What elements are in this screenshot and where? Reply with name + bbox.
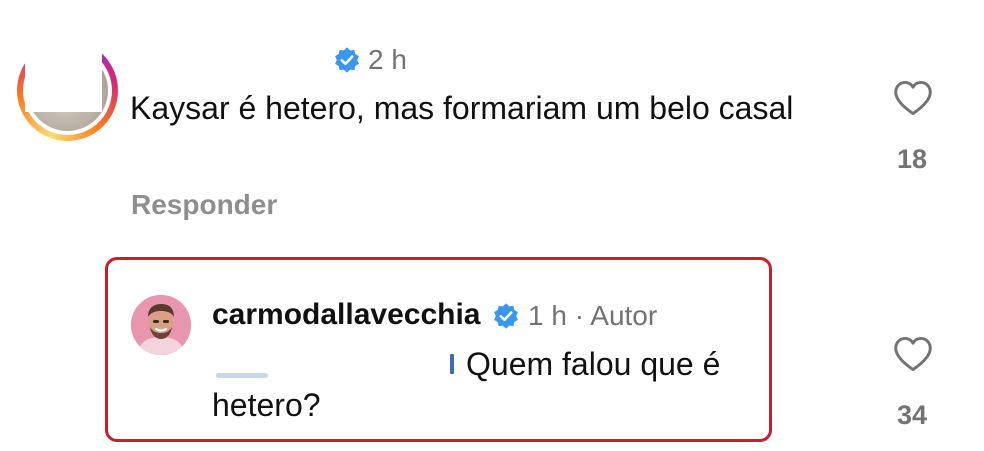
reply-like-count: 34 <box>896 400 928 430</box>
reply-text-line-1: Quem falou que é <box>466 346 721 382</box>
comment-text: Kaysar é hetero, mas formariam um belo c… <box>130 90 794 126</box>
verified-badge-icon <box>494 303 518 329</box>
mention-fragment <box>450 354 454 374</box>
verified-badge-icon <box>335 47 359 73</box>
comment-like-count: 18 <box>896 144 928 174</box>
comment-timestamp: 2 h <box>368 44 407 75</box>
reply-author-avatar[interactable] <box>131 295 191 355</box>
mention-redaction <box>216 373 268 378</box>
reply-button[interactable]: Responder <box>131 187 277 223</box>
cut-off-reply-link[interactable] <box>212 440 352 451</box>
avatar-redaction <box>25 28 102 112</box>
author-portrait <box>131 295 191 355</box>
heart-outline-icon[interactable] <box>892 335 934 373</box>
reply-text-line-2: hetero? <box>212 387 321 423</box>
heart-outline-icon[interactable] <box>892 79 934 117</box>
reply-username[interactable]: carmodallavecchia <box>212 296 481 334</box>
reply-meta: 1 h · Autor <box>528 300 658 331</box>
